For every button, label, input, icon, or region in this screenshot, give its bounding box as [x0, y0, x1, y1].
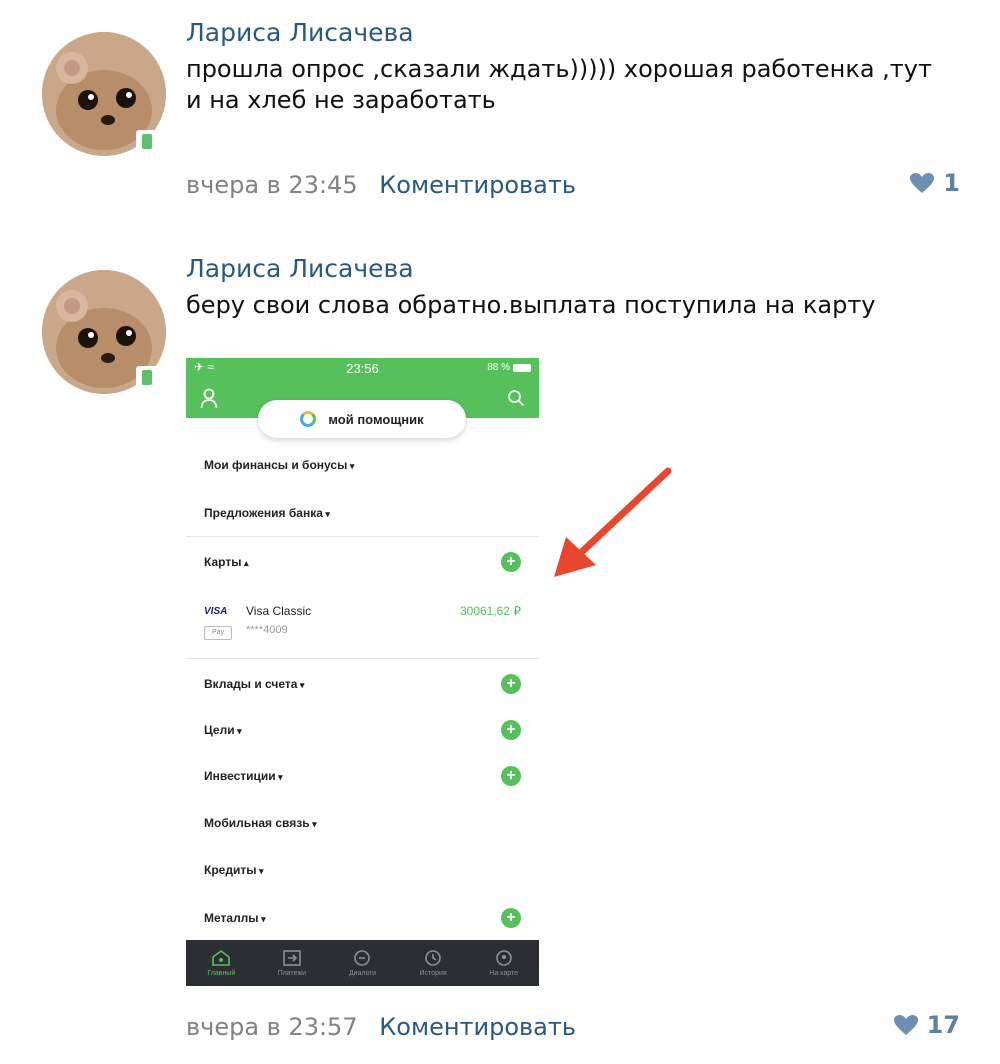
- add-icon: +: [501, 908, 521, 928]
- comment-text: беру свои слова обратно.выплата поступил…: [186, 290, 946, 321]
- card-row: VISA Pay Visa Classic ****4009 30061,62 …: [204, 602, 521, 646]
- section-cards: Карты +: [204, 552, 521, 572]
- reply-link[interactable]: Коментировать: [379, 1013, 576, 1041]
- comment-text-line: беру свои слова обратно.выплата поступил…: [186, 291, 876, 319]
- card-name: Visa Classic: [246, 604, 312, 618]
- section-offers: Предложения банка: [204, 506, 521, 520]
- like-button[interactable]: 1: [909, 169, 960, 197]
- add-icon: +: [501, 552, 521, 572]
- attached-image[interactable]: ✈ ≈ 23:56 88 % мой помощник Мои финансы …: [186, 358, 539, 986]
- section-credits: Кредиты: [204, 863, 521, 877]
- location-icon: [495, 950, 512, 966]
- section-label: Кредиты: [204, 863, 263, 877]
- section-goals: Цели +: [204, 720, 521, 740]
- tab-map: На карте: [474, 949, 534, 977]
- heart-icon: [893, 1015, 918, 1035]
- reply-link[interactable]: Коментировать: [379, 171, 576, 199]
- section-label: Инвестиции: [204, 769, 283, 783]
- home-icon: [212, 950, 231, 966]
- comment-text-line: прошла опрос ,сказали ждать))))) хорошая…: [186, 55, 932, 83]
- assistant-button: мой помощник: [258, 400, 466, 438]
- assistant-label: мой помощник: [328, 411, 424, 427]
- comment-text-line: и на хлеб не заработать: [186, 86, 496, 114]
- tab-label: На карте: [489, 970, 519, 977]
- battery-label: 88 %: [487, 362, 510, 373]
- section-mobile: Мобильная связь: [204, 816, 521, 830]
- mobile-icon: [136, 366, 158, 388]
- assistant-icon: [300, 411, 317, 427]
- section-investments: Инвестиции +: [204, 766, 521, 786]
- status-time: 23:56: [346, 361, 379, 376]
- add-icon: +: [501, 674, 521, 694]
- like-count: 1: [943, 169, 960, 197]
- section-label: Цели: [204, 723, 242, 737]
- section-label: Мобильная связь: [204, 816, 317, 830]
- author-name[interactable]: Лариса Лисачева: [186, 254, 414, 283]
- tab-label: Диалоги: [348, 970, 377, 977]
- tab-main: Главный: [191, 949, 251, 977]
- section-finances: Мои финансы и бонусы: [204, 458, 521, 472]
- tab-label: Платежи: [277, 970, 307, 977]
- section-deposits: Вклады и счета +: [204, 674, 521, 694]
- battery-icon: [513, 363, 531, 372]
- apple-pay-icon: Pay: [204, 626, 232, 640]
- divider: [186, 658, 539, 659]
- comment-time[interactable]: вчера в 23:57: [186, 1013, 358, 1041]
- battery-indicator: 88 %: [487, 362, 531, 373]
- visa-logo: VISA: [204, 606, 228, 617]
- card-balance: 30061,62 ₽: [459, 604, 521, 618]
- red-arrow-icon: [554, 467, 672, 577]
- comment-meta: вчера в 23:57 Коментировать: [186, 1013, 576, 1041]
- section-label: Мои финансы и бонусы: [204, 458, 354, 472]
- like-count: 17: [926, 1011, 960, 1039]
- divider: [186, 536, 539, 537]
- search-icon: [508, 390, 525, 407]
- add-icon: +: [501, 720, 521, 740]
- section-label: Предложения банка: [204, 506, 330, 520]
- tab-history: История: [403, 949, 463, 977]
- like-button[interactable]: 17: [893, 1011, 960, 1039]
- tab-label: Главный: [207, 970, 236, 977]
- comment-text: прошла опрос ,сказали ждать))))) хорошая…: [186, 54, 946, 116]
- comment-time[interactable]: вчера в 23:45: [186, 171, 358, 199]
- add-icon: +: [501, 766, 521, 786]
- comment-meta: вчера в 23:45 Коментировать: [186, 171, 576, 199]
- clock-icon: [425, 950, 441, 966]
- section-label: Карты: [204, 555, 248, 569]
- mobile-icon: [136, 130, 158, 152]
- heart-icon: [910, 173, 935, 193]
- payments-icon: [283, 950, 301, 966]
- author-name[interactable]: Лариса Лисачева: [186, 18, 414, 47]
- tab-label: История: [419, 970, 447, 977]
- tab-dialogs: Диалоги: [332, 949, 392, 977]
- section-label: Металлы: [204, 911, 266, 925]
- tab-bar: Главный Платежи Диалоги История На карте: [186, 940, 539, 986]
- section-metals: Металлы +: [204, 908, 521, 928]
- card-number: ****4009: [246, 624, 288, 636]
- profile-icon: [200, 388, 218, 409]
- tab-payments: Платежи: [262, 949, 322, 977]
- dialogs-icon: [354, 950, 371, 966]
- section-label: Вклады и счета: [204, 677, 304, 691]
